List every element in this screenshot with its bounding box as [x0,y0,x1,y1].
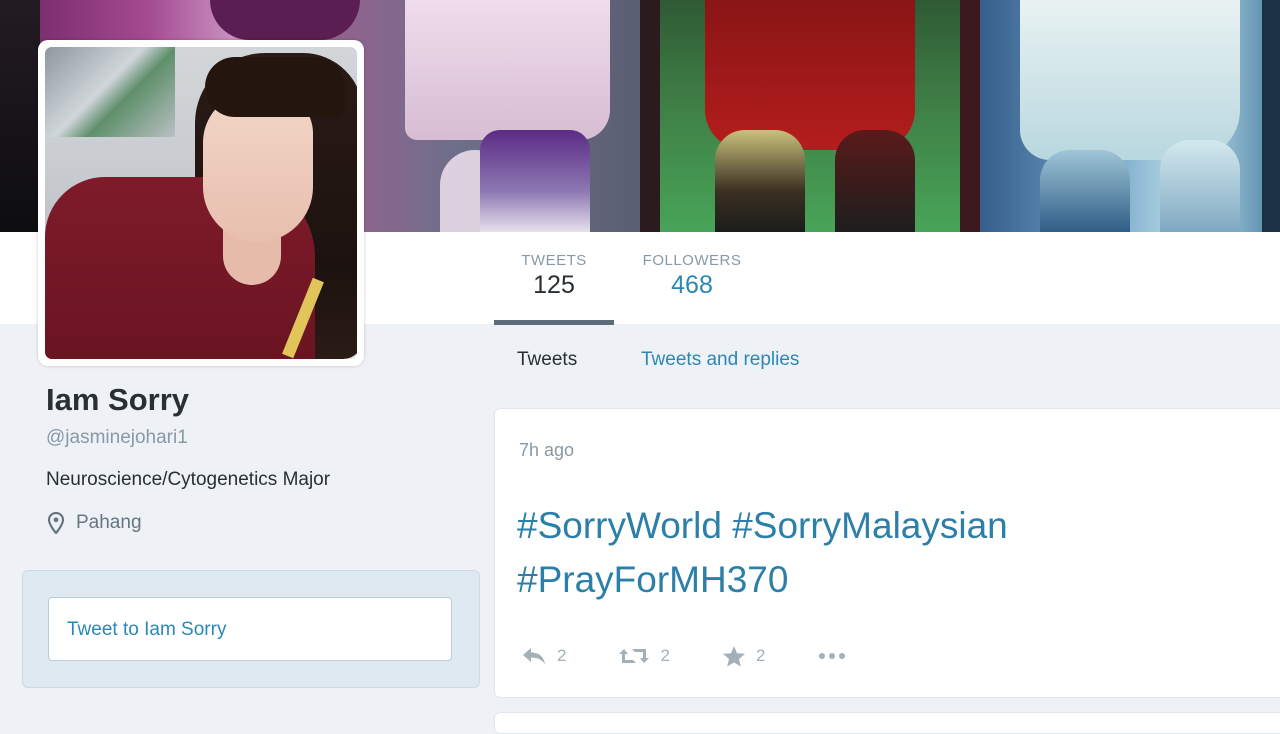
tweet-to-box: Tweet to Iam Sorry [22,570,480,688]
tweet-actions: 2 2 2 [521,645,899,667]
retweet-icon [618,646,650,666]
tweet-hashtags-line-1[interactable]: #SorryWorld #SorryMalaysian [517,499,1217,553]
location-text: Pahang [76,512,142,533]
profile-location: Pahang [48,512,142,534]
tweet-hashtags-line-2[interactable]: #PrayForMH370 [517,553,1217,607]
stat-followers-value: 468 [671,271,713,299]
next-tweet-card [494,712,1280,734]
tab-tweets-and-replies[interactable]: Tweets and replies [641,349,799,371]
retweet-count: 2 [660,646,670,665]
tweet-text: #SorryWorld #SorryMalaysian #PrayForMH37… [517,499,1217,607]
more-icon [817,651,847,661]
avatar[interactable] [38,40,364,366]
stat-followers[interactable]: FOLLOWERS 468 [630,252,754,300]
tweet-card: 7h ago #SorryWorld #SorryMalaysian #Pray… [494,408,1280,698]
more-button[interactable] [817,651,847,661]
reply-button[interactable]: 2 [521,646,566,666]
retweet-button[interactable]: 2 [618,646,670,666]
stat-followers-label: FOLLOWERS [642,252,742,269]
profile-handle[interactable]: @jasminejohari1 [46,427,188,449]
profile-bio: Neuroscience/Cytogenetics Major [46,469,331,490]
stat-tweets[interactable]: TWEETS 125 [500,252,608,300]
tweet-timestamp[interactable]: 7h ago [519,440,574,461]
tab-tweets[interactable]: Tweets [517,349,577,371]
favorite-button[interactable]: 2 [722,645,765,667]
stat-tweets-value: 125 [533,271,575,299]
active-stat-indicator [494,320,614,325]
stat-tweets-label: TWEETS [521,252,587,269]
reply-count: 2 [557,646,567,665]
location-pin-icon [48,512,64,534]
favorite-count: 2 [755,646,766,665]
tweet-to-input[interactable]: Tweet to Iam Sorry [48,597,452,661]
star-icon [722,645,746,667]
reply-icon [521,646,547,666]
avatar-photo [45,47,357,359]
profile-name[interactable]: Iam Sorry [46,382,189,418]
